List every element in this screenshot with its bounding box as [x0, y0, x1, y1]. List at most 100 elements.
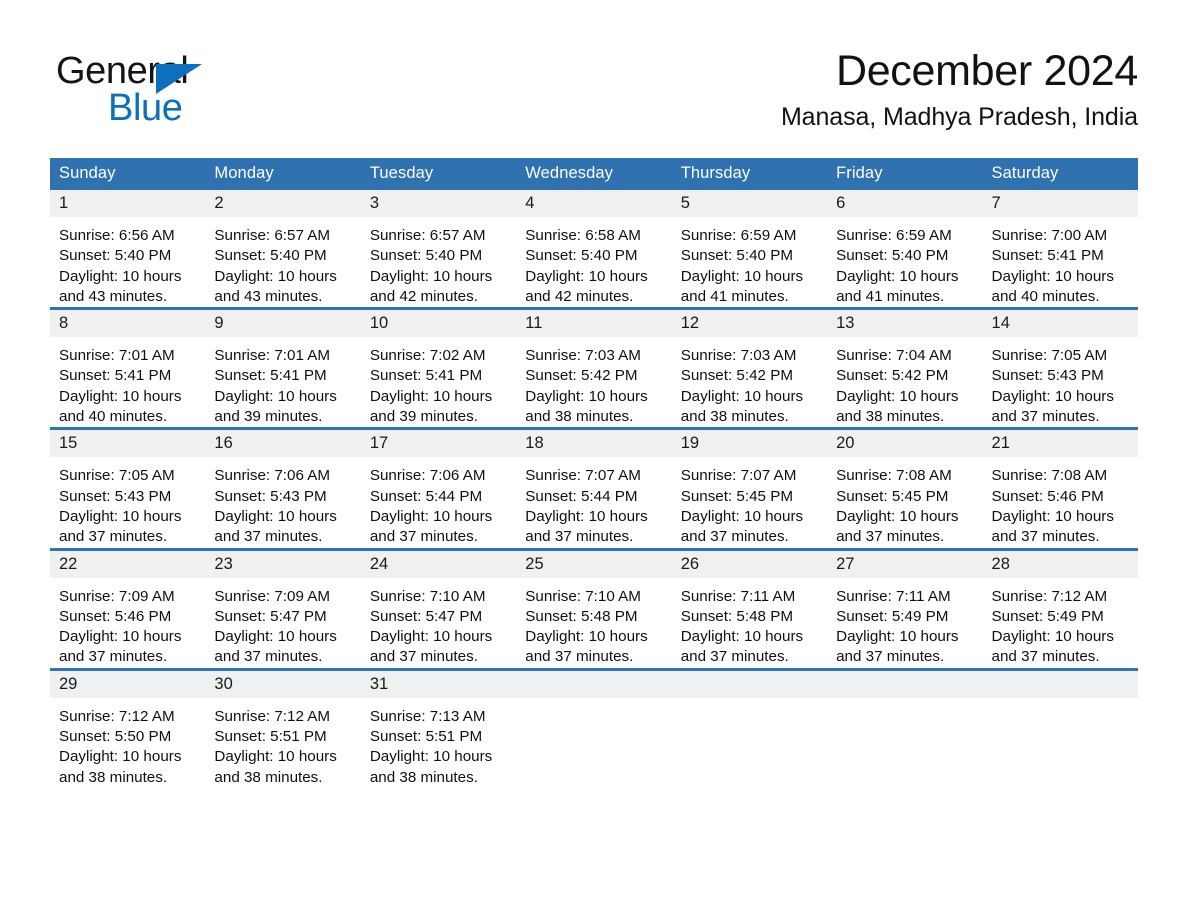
day-number: 23 — [205, 550, 361, 578]
sunrise-text: Sunrise: 7:07 AM — [525, 467, 641, 485]
daylight-text: Daylight: 10 hours and 41 minutes. — [680, 267, 804, 305]
daylight-text: Daylight: 10 hours and 38 minutes. — [680, 387, 804, 426]
location-subtitle: Manasa, Madhya Pradesh, India — [780, 103, 1138, 132]
calendar-day-cell[interactable]: 18 Sunrise: 7:07 AM Sunset: 5:44 PM Dayligh… — [516, 427, 672, 550]
day-cell-inner: 18 Sunrise: 7:07 AM Sunset: 5:44 PM Dayligh… — [516, 430, 672, 547]
sunrise-text: Sunrise: 7:03 AM — [680, 347, 797, 365]
daylight-text: Daylight: 10 hours and 39 minutes. — [214, 387, 337, 426]
calendar-week-row: 29 Sunrise: 7:12 AM Sunset: 5:50 PM Dayligh… — [50, 667, 1138, 788]
calendar-day-cell[interactable]: 30 Sunrise: 7:12 AM Sunset: 5:51 PM Dayligh… — [205, 667, 361, 788]
sunrise-text: Sunrise: 7:12 AM — [59, 707, 175, 725]
calendar-cell-empty — [671, 667, 828, 788]
calendar-cell-empty — [827, 667, 983, 788]
calendar-day-cell[interactable]: 22 Sunrise: 7:09 AM Sunset: 5:46 PM Dayligh… — [50, 547, 206, 670]
calendar-day-cell[interactable]: 23 Sunrise: 7:09 AM Sunset: 5:47 PM Dayligh… — [205, 547, 361, 670]
sunset-text: Sunset: 5:43 PM — [991, 367, 1104, 385]
calendar-day-cell[interactable]: 29 Sunrise: 7:12 AM Sunset: 5:50 PM Dayligh… — [50, 667, 206, 788]
calendar-day-cell[interactable]: 7 Sunrise: 7:00 AM Sunset: 5:41 PM Daylight… — [982, 190, 1138, 309]
calendar-day-cell[interactable]: 6 Sunrise: 6:59 AM Sunset: 5:40 PM Daylight… — [827, 190, 983, 309]
day-cell-inner: 2 Sunrise: 6:57 AM Sunset: 5:40 PM Daylight… — [205, 190, 361, 307]
day-number: 3 — [360, 190, 517, 217]
daylight-text: Daylight: 10 hours and 40 minutes. — [991, 267, 1114, 305]
sunset-text: Sunset: 5:41 PM — [991, 247, 1104, 265]
calendar-cell-empty — [982, 667, 1138, 788]
calendar-day-cell[interactable]: 5 Sunrise: 6:59 AM Sunset: 5:40 PM Daylight… — [671, 190, 828, 309]
calendar-day-cell[interactable]: 11 Sunrise: 7:03 AM Sunset: 5:42 PM Dayligh… — [516, 307, 672, 429]
day-cell-inner: 16 Sunrise: 7:06 AM Sunset: 5:43 PM Dayligh… — [205, 430, 361, 547]
day-details: Sunrise: 7:00 AM Sunset: 5:41 PM Daylight:… — [983, 217, 1138, 307]
sunset-text: Sunset: 5:42 PM — [836, 367, 949, 385]
day-cell-inner: 3 Sunrise: 6:57 AM Sunset: 5:40 PM Daylight… — [360, 190, 517, 307]
day-number: 21 — [982, 430, 1138, 458]
daylight-text: Daylight: 10 hours and 43 minutes. — [214, 267, 337, 305]
day-cell-inner: 29 Sunrise: 7:12 AM Sunset: 5:50 PM Dayligh… — [50, 670, 206, 788]
calendar-day-cell[interactable]: 14 Sunrise: 7:05 AM Sunset: 5:43 PM Dayligh… — [982, 307, 1138, 429]
sunset-text: Sunset: 5:49 PM — [991, 607, 1104, 625]
day-details: Sunrise: 7:12 AM Sunset: 5:50 PM Daylight:… — [50, 698, 205, 788]
sunrise-text: Sunrise: 7:00 AM — [991, 227, 1108, 244]
calendar-day-cell[interactable]: 15 Sunrise: 7:05 AM Sunset: 5:43 PM Dayligh… — [50, 427, 206, 550]
day-number: 7 — [982, 190, 1138, 217]
day-cell-inner: 8 Sunrise: 7:01 AM Sunset: 5:41 PM Daylight… — [50, 310, 206, 427]
day-details: Sunrise: 7:04 AM Sunset: 5:42 PM Daylight:… — [827, 337, 982, 427]
daylight-text: Daylight: 10 hours and 37 minutes. — [680, 628, 804, 666]
day-details: Sunrise: 7:10 AM Sunset: 5:47 PM Daylight:… — [361, 578, 516, 668]
day-number — [671, 670, 828, 698]
calendar-day-cell[interactable]: 21 Sunrise: 7:08 AM Sunset: 5:46 PM Dayligh… — [982, 427, 1138, 550]
day-cell-inner: 27 Sunrise: 7:11 AM Sunset: 5:49 PM Dayligh… — [827, 550, 983, 668]
daylight-text: Daylight: 10 hours and 37 minutes. — [214, 628, 337, 666]
calendar-day-cell[interactable]: 10 Sunrise: 7:02 AM Sunset: 5:41 PM Dayligh… — [360, 307, 517, 429]
calendar-day-cell[interactable]: 20 Sunrise: 7:08 AM Sunset: 5:45 PM Dayligh… — [827, 427, 983, 550]
calendar-day-cell[interactable]: 31 Sunrise: 7:13 AM Sunset: 5:51 PM Dayligh… — [360, 667, 517, 788]
day-number: 30 — [205, 670, 361, 698]
day-number: 27 — [827, 550, 983, 578]
day-details: Sunrise: 6:56 AM Sunset: 5:40 PM Daylight:… — [50, 217, 205, 307]
daylight-text: Daylight: 10 hours and 42 minutes. — [525, 267, 648, 305]
day-cell-inner: 20 Sunrise: 7:08 AM Sunset: 5:45 PM Dayligh… — [827, 430, 983, 547]
daylight-text: Daylight: 10 hours and 37 minutes. — [836, 628, 959, 666]
day-details: Sunrise: 7:06 AM Sunset: 5:43 PM Daylight:… — [205, 457, 360, 547]
day-number: 28 — [982, 550, 1138, 578]
calendar-table: Sunday Monday Tuesday Wednesday Thursday… — [50, 158, 1138, 788]
sunset-text: Sunset: 5:44 PM — [369, 487, 483, 505]
sunset-text: Sunset: 5:48 PM — [525, 607, 638, 625]
calendar-day-cell[interactable]: 13 Sunrise: 7:04 AM Sunset: 5:42 PM Dayligh… — [827, 307, 983, 429]
calendar-day-cell[interactable]: 2 Sunrise: 6:57 AM Sunset: 5:40 PM Daylight… — [205, 190, 361, 309]
daylight-text: Daylight: 10 hours and 37 minutes. — [214, 507, 337, 546]
calendar-day-cell[interactable]: 17 Sunrise: 7:06 AM Sunset: 5:44 PM Dayligh… — [360, 427, 517, 550]
calendar-day-cell[interactable]: 16 Sunrise: 7:06 AM Sunset: 5:43 PM Dayligh… — [205, 427, 361, 550]
calendar-day-cell[interactable]: 25 Sunrise: 7:10 AM Sunset: 5:48 PM Dayligh… — [516, 547, 672, 670]
calendar-day-cell[interactable]: 24 Sunrise: 7:10 AM Sunset: 5:47 PM Dayligh… — [360, 547, 517, 670]
calendar-day-cell[interactable]: 19 Sunrise: 7:07 AM Sunset: 5:45 PM Dayligh… — [671, 427, 828, 550]
day-cell-inner: 14 Sunrise: 7:05 AM Sunset: 5:43 PM Dayligh… — [982, 310, 1138, 427]
calendar-day-cell[interactable]: 8 Sunrise: 7:01 AM Sunset: 5:41 PM Daylight… — [50, 307, 206, 429]
calendar-day-cell[interactable]: 1 Sunrise: 6:56 AM Sunset: 5:40 PM Daylight… — [50, 190, 206, 309]
calendar-day-cell[interactable]: 3 Sunrise: 6:57 AM Sunset: 5:40 PM Daylight… — [360, 190, 517, 309]
day-details: Sunrise: 7:01 AM Sunset: 5:41 PM Daylight:… — [50, 337, 205, 427]
calendar-day-cell[interactable]: 26 Sunrise: 7:11 AM Sunset: 5:48 PM Dayligh… — [671, 547, 828, 670]
generalblue-logo[interactable]: General Blue — [56, 52, 356, 142]
calendar-day-cell[interactable]: 12 Sunrise: 7:03 AM Sunset: 5:42 PM Dayligh… — [671, 307, 828, 429]
day-details: Sunrise: 7:10 AM Sunset: 5:48 PM Daylight:… — [516, 578, 671, 668]
sunset-text: Sunset: 5:40 PM — [680, 247, 793, 265]
calendar-day-cell[interactable]: 4 Sunrise: 6:58 AM Sunset: 5:40 PM Daylight… — [516, 190, 672, 309]
day-details: Sunrise: 7:07 AM Sunset: 5:45 PM Daylight:… — [672, 457, 827, 547]
calendar-day-cell[interactable]: 9 Sunrise: 7:01 AM Sunset: 5:41 PM Daylight… — [205, 307, 361, 429]
sunrise-text: Sunrise: 7:13 AM — [369, 707, 486, 725]
weekday-header-monday: Monday — [205, 158, 361, 190]
sunrise-text: Sunrise: 7:11 AM — [836, 587, 951, 605]
daylight-text: Daylight: 10 hours and 42 minutes. — [369, 267, 493, 305]
calendar-day-cell[interactable]: 27 Sunrise: 7:11 AM Sunset: 5:49 PM Dayligh… — [827, 547, 983, 670]
day-number: 14 — [982, 310, 1138, 338]
day-cell-inner: 9 Sunrise: 7:01 AM Sunset: 5:41 PM Daylight… — [205, 310, 361, 427]
empty-cell-spacer — [983, 698, 1138, 725]
sunset-text: Sunset: 5:44 PM — [525, 487, 638, 505]
empty-cell-spacer — [827, 698, 982, 725]
day-cell-inner: 19 Sunrise: 7:07 AM Sunset: 5:45 PM Dayligh… — [671, 430, 828, 547]
day-cell-inner: 7 Sunrise: 7:00 AM Sunset: 5:41 PM Daylight… — [982, 190, 1138, 307]
daylight-text: Daylight: 10 hours and 38 minutes. — [369, 748, 493, 786]
sunrise-text: Sunrise: 6:57 AM — [214, 227, 331, 244]
day-cell-inner: 4 Sunrise: 6:58 AM Sunset: 5:40 PM Daylight… — [516, 190, 672, 307]
weekday-header-wednesday: Wednesday — [516, 158, 672, 190]
calendar-day-cell[interactable]: 28 Sunrise: 7:12 AM Sunset: 5:49 PM Dayligh… — [982, 547, 1138, 670]
